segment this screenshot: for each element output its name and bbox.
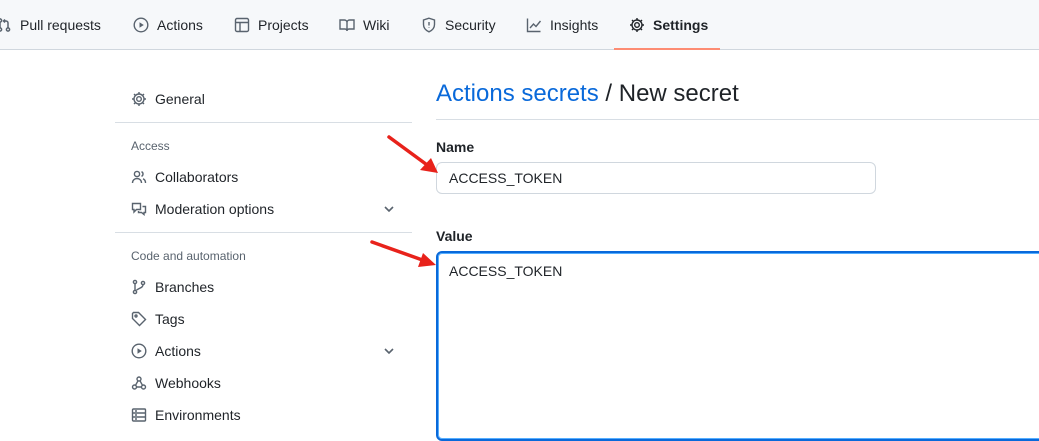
tab-label: Wiki bbox=[363, 17, 390, 33]
tab-label: Pull requests bbox=[20, 17, 101, 33]
tab-label: Settings bbox=[653, 17, 709, 33]
sidebar-item-label: Webhooks bbox=[155, 375, 221, 391]
tab-pull-requests[interactable]: Pull requests bbox=[0, 0, 101, 50]
sidebar-item-label: Tags bbox=[155, 311, 185, 327]
sidebar-heading-code-automation: Code and automation bbox=[131, 249, 246, 263]
sidebar-item-collaborators[interactable]: Collaborators bbox=[131, 165, 401, 189]
sidebar-divider bbox=[115, 232, 412, 233]
secret-value-textarea[interactable]: ACCESS_TOKEN bbox=[436, 251, 1039, 441]
people-icon bbox=[131, 169, 147, 185]
tab-label: Insights bbox=[550, 17, 599, 33]
tab-security[interactable]: Security bbox=[421, 0, 496, 50]
chevron-down-icon[interactable] bbox=[381, 201, 397, 217]
breadcrumb-separator: / bbox=[598, 80, 619, 107]
breadcrumb-actions-secrets-link[interactable]: Actions secrets bbox=[436, 80, 599, 107]
gear-icon bbox=[131, 91, 147, 107]
tab-label: Security bbox=[445, 17, 496, 33]
tab-projects[interactable]: Projects bbox=[234, 0, 309, 50]
shield-icon bbox=[421, 17, 437, 33]
sidebar-item-environments[interactable]: Environments bbox=[131, 403, 401, 427]
sidebar-item-label: Collaborators bbox=[155, 169, 239, 185]
git-branch-icon bbox=[131, 279, 147, 295]
sidebar-item-moderation-options[interactable]: Moderation options bbox=[131, 197, 401, 221]
pull-request-icon bbox=[0, 17, 12, 33]
sidebar-item-webhooks[interactable]: Webhooks bbox=[131, 371, 401, 395]
name-label: Name bbox=[436, 139, 475, 155]
sidebar-item-label: General bbox=[155, 91, 205, 107]
tab-label: Projects bbox=[258, 17, 309, 33]
book-icon bbox=[339, 17, 355, 33]
tag-icon bbox=[131, 311, 147, 327]
chevron-down-icon[interactable] bbox=[381, 343, 397, 359]
sidebar-item-actions[interactable]: Actions bbox=[131, 339, 401, 363]
gear-icon bbox=[629, 17, 645, 33]
repo-nav: Pull requests Actions Projects Wiki Secu… bbox=[0, 0, 1039, 50]
sidebar-item-label: Moderation options bbox=[155, 201, 275, 217]
secret-name-input[interactable] bbox=[436, 162, 876, 194]
active-tab-underline bbox=[614, 48, 720, 50]
play-icon bbox=[131, 343, 147, 359]
sidebar-item-branches[interactable]: Branches bbox=[131, 275, 401, 299]
title-divider bbox=[436, 119, 1039, 120]
tab-insights[interactable]: Insights bbox=[526, 0, 598, 50]
sidebar-divider bbox=[115, 122, 412, 123]
tab-settings[interactable]: Settings bbox=[629, 0, 708, 50]
annotation-arrow-icon bbox=[370, 240, 436, 267]
play-icon bbox=[133, 17, 149, 33]
tab-actions[interactable]: Actions bbox=[133, 0, 203, 50]
webhook-icon bbox=[131, 375, 147, 391]
sidebar-heading-access: Access bbox=[131, 139, 170, 153]
graph-icon bbox=[526, 17, 542, 33]
server-icon bbox=[131, 407, 147, 423]
value-label: Value bbox=[436, 228, 473, 244]
table-icon bbox=[234, 17, 250, 33]
sidebar-item-label: Branches bbox=[155, 279, 215, 295]
sidebar-item-general[interactable]: General bbox=[131, 87, 401, 111]
sidebar-item-label: Actions bbox=[155, 343, 201, 359]
tab-wiki[interactable]: Wiki bbox=[339, 0, 389, 50]
sidebar-item-label: Environments bbox=[155, 407, 241, 423]
page-title-text: New secret bbox=[618, 80, 739, 107]
sidebar-item-tags[interactable]: Tags bbox=[131, 307, 401, 331]
comment-discussion-icon bbox=[131, 201, 147, 217]
tab-label: Actions bbox=[157, 17, 203, 33]
page-title: Actions secrets / New secret bbox=[436, 80, 739, 108]
